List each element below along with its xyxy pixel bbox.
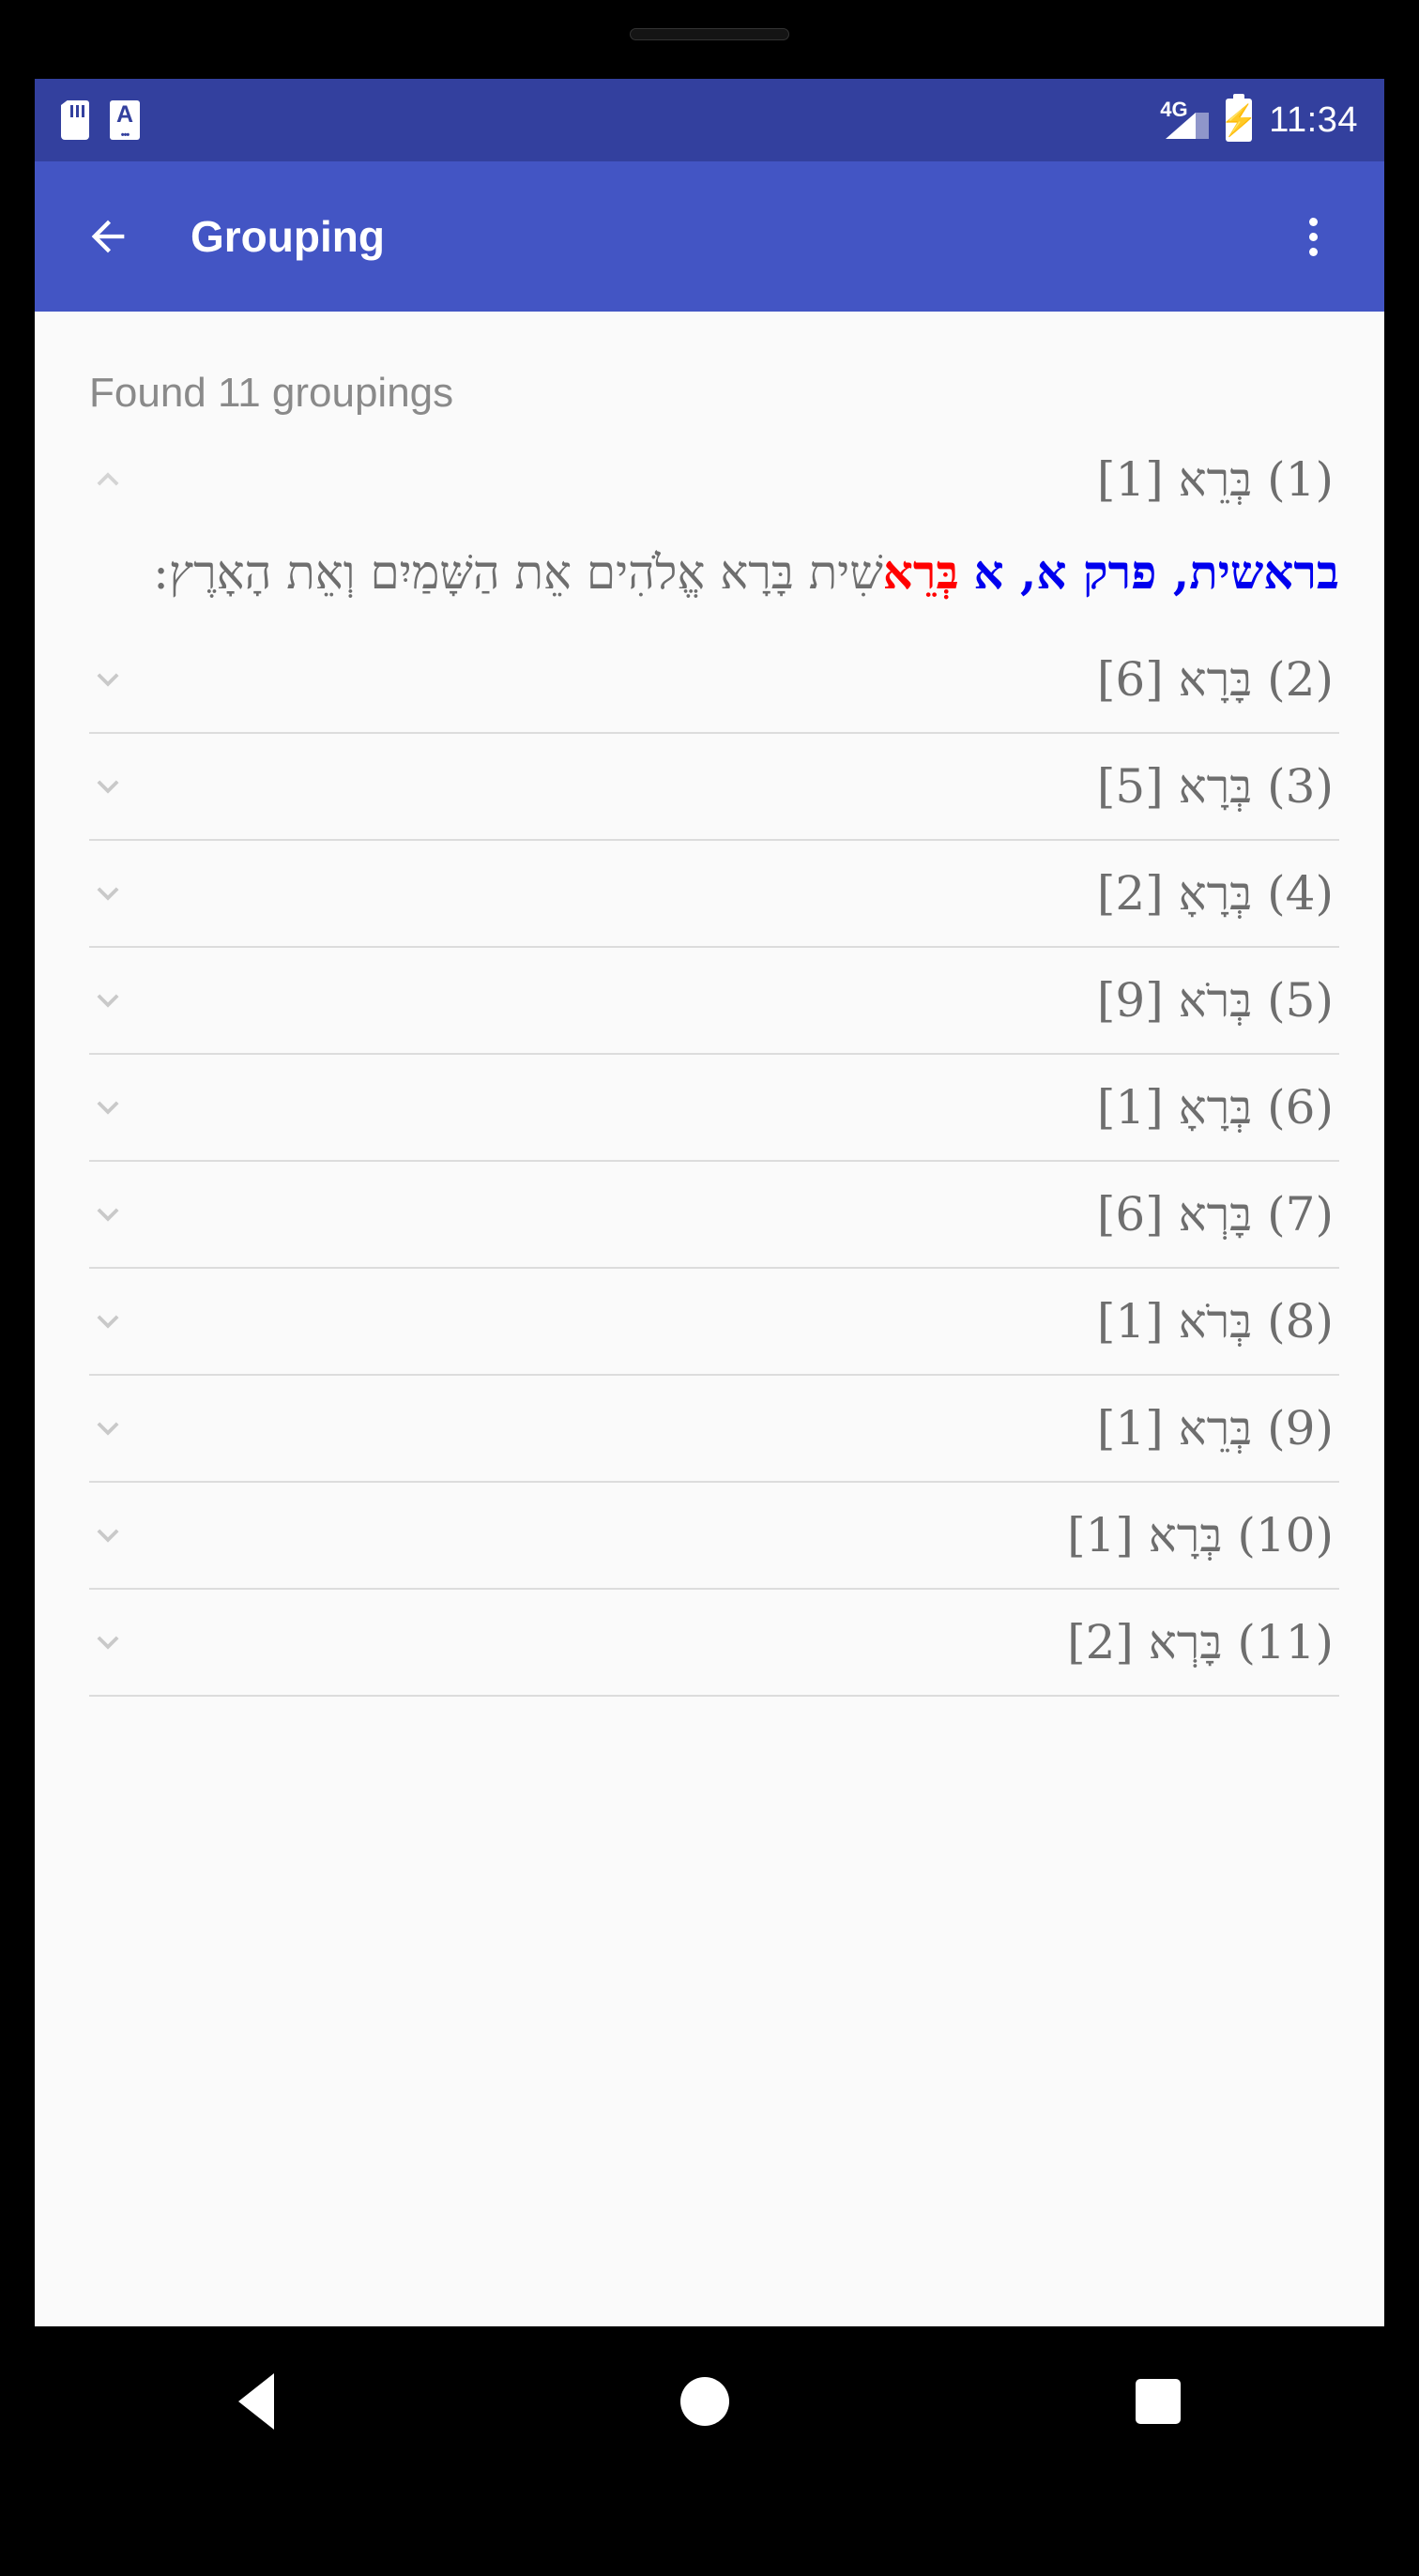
app-bar: Grouping	[35, 161, 1384, 312]
chevron-up-icon[interactable]	[80, 458, 136, 501]
grouping-item: (1) בְּרֵא [1] בראשית, פרק א, א בְּרֵאשִׁ…	[35, 424, 1384, 627]
chevron-down-icon[interactable]	[80, 1086, 136, 1129]
grouping-item: (8) בְּרֹא [1]	[35, 1269, 1384, 1376]
highlighted-match-word: בְּרֵא	[882, 544, 959, 600]
more-vertical-icon	[1308, 247, 1318, 256]
grouping-row-6[interactable]: (6) בְּרָאָ [1]	[35, 1055, 1384, 1160]
content-area: Found 11 groupings (1) בְּרֵא [1] בראשית,…	[35, 312, 1384, 2326]
grouping-item: (3) בְּרָא [5]	[35, 734, 1384, 841]
status-bar-left-icons: A	[61, 100, 140, 140]
grouping-row-1[interactable]: (1) בְּרֵא [1]	[35, 424, 1384, 535]
more-vertical-icon	[1308, 232, 1318, 241]
chevron-down-icon[interactable]	[80, 1407, 136, 1450]
grouping-item: (10) בְּרָא [1]	[35, 1483, 1384, 1590]
grouping-row-2[interactable]: (2) בָּרָא [6]	[35, 627, 1384, 732]
signal-strength-icon: 4G	[1160, 99, 1210, 141]
grouping-item: (5) בְּרֹא [9]	[35, 948, 1384, 1055]
grouping-label: (10) בְּרָא [1]	[1067, 1508, 1334, 1562]
system-navigation-bar	[35, 2326, 1384, 2477]
chevron-down-icon[interactable]	[80, 1193, 136, 1236]
status-bar-clock: 11:34	[1269, 99, 1358, 140]
grouping-item: (2) בָּרָא [6]	[35, 627, 1384, 734]
chevron-down-icon[interactable]	[80, 1300, 136, 1343]
result-count-label: Found 11 groupings	[89, 370, 454, 416]
chevron-down-icon[interactable]	[80, 979, 136, 1022]
grouping-label: (11) בָּרְא [2]	[1067, 1615, 1334, 1669]
page-title: Grouping	[191, 212, 385, 261]
phone-shell: A 4G ⚡ 11:34	[0, 0, 1419, 2576]
charging-bolt-icon: ⚡	[1220, 103, 1259, 137]
keyboard-language-icon: A	[110, 100, 140, 140]
signal-bars	[1166, 113, 1210, 139]
nav-home-button[interactable]	[679, 2377, 729, 2426]
verse-reference-link[interactable]: בראשית, פרק א, א	[973, 544, 1339, 600]
grouping-label: (4) בְּרָאָ [2]	[1096, 866, 1334, 921]
grouping-row-9[interactable]: (9) בְּרֵא [1]	[35, 1376, 1384, 1481]
nav-recents-button[interactable]	[1136, 2379, 1182, 2424]
grouping-item: (9) בְּרֵא [1]	[35, 1376, 1384, 1483]
grouping-detail: בראשית, פרק א, א בְּרֵאשִׁית בָּרָא אֱלֹ…	[35, 535, 1384, 627]
grouping-row-5[interactable]: (5) בְּרֹא [9]	[35, 948, 1384, 1053]
chevron-down-icon[interactable]	[80, 872, 136, 915]
grouping-row-3[interactable]: (3) בְּרָא [5]	[35, 734, 1384, 839]
grouping-label: (9) בְּרֵא [1]	[1096, 1401, 1334, 1456]
grouping-label: (7) בָּרְא [6]	[1096, 1187, 1334, 1242]
grouping-item: (7) בָּרְא [6]	[35, 1162, 1384, 1269]
nav-back-button[interactable]	[237, 2373, 274, 2430]
battery-charging-icon: ⚡	[1220, 99, 1259, 142]
grouping-label: (5) בְּרֹא [9]	[1096, 973, 1334, 1028]
list-divider	[89, 1695, 1339, 1697]
status-bar: A 4G ⚡ 11:34	[35, 79, 1384, 161]
grouping-list: (1) בְּרֵא [1] בראשית, פרק א, א בְּרֵאשִׁ…	[35, 424, 1384, 1697]
overflow-menu-button[interactable]	[1281, 203, 1345, 270]
grouping-item: (11) בָּרְא [2]	[35, 1590, 1384, 1697]
chevron-down-icon[interactable]	[80, 658, 136, 701]
grouping-row-7[interactable]: (7) בָּרְא [6]	[35, 1162, 1384, 1267]
grouping-row-8[interactable]: (8) בְּרֹא [1]	[35, 1269, 1384, 1374]
grouping-label: (6) בְּרָאָ [1]	[1096, 1080, 1334, 1135]
status-bar-right-icons: 4G ⚡ 11:34	[1160, 99, 1358, 142]
grouping-item: (4) בְּרָאָ [2]	[35, 841, 1384, 948]
verse-body-text: שִׁית בָּרָא אֱלֹהִים אֵת הַשָּׁמַיִם וְ…	[153, 545, 883, 600]
chevron-down-icon[interactable]	[80, 1514, 136, 1557]
speaker-grille	[630, 28, 789, 40]
grouping-item: (6) בְּרָאָ [1]	[35, 1055, 1384, 1162]
grouping-row-10[interactable]: (10) בְּרָא [1]	[35, 1483, 1384, 1588]
arrow-left-icon	[91, 220, 125, 253]
back-button[interactable]	[74, 203, 142, 270]
grouping-row-11[interactable]: (11) בָּרְא [2]	[35, 1590, 1384, 1695]
grouping-label: (8) בְּרֹא [1]	[1096, 1294, 1334, 1349]
chevron-down-icon[interactable]	[80, 1621, 136, 1664]
grouping-row-4[interactable]: (4) בְּרָאָ [2]	[35, 841, 1384, 946]
grouping-label: (2) בָּרָא [6]	[1096, 652, 1334, 707]
device-screen: A 4G ⚡ 11:34	[35, 79, 1384, 2326]
grouping-label: (3) בְּרָא [5]	[1096, 759, 1334, 814]
sd-card-icon	[61, 100, 89, 140]
grouping-label: (1) בְּרֵא [1]	[1096, 452, 1334, 507]
more-vertical-icon	[1308, 217, 1318, 226]
chevron-down-icon[interactable]	[80, 765, 136, 808]
